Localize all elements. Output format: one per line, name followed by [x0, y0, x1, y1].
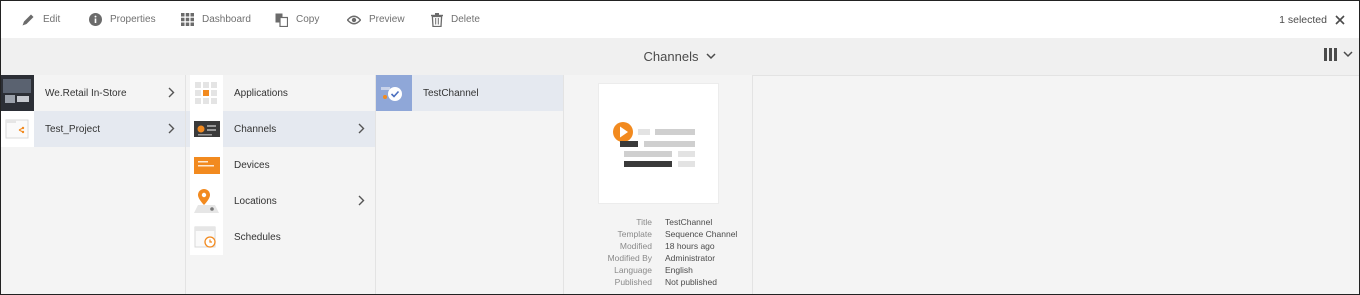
app-window: Edit Properties Dashboard Copy Preview D…	[0, 0, 1360, 295]
channels-thumbnail	[190, 111, 223, 147]
project-items-column: Applications Channels Devices Locations	[186, 75, 376, 294]
metadata-row: Template Sequence Channel	[564, 228, 752, 240]
metadata-row: Title TestChannel	[564, 216, 752, 228]
selection-status: 1 selected	[1279, 1, 1345, 38]
metadata-key: Published	[614, 277, 652, 287]
action-toolbar: Edit Properties Dashboard Copy Preview D…	[1, 1, 1359, 39]
list-item-devices[interactable]: Devices	[186, 147, 375, 183]
list-item-label: Devices	[234, 159, 270, 171]
list-item-we-retail[interactable]: We.Retail In-Store	[1, 75, 185, 111]
projects-column: We.Retail In-Store Test_Project	[1, 75, 186, 294]
applications-thumbnail	[190, 75, 223, 111]
list-item-schedules[interactable]: Schedules	[186, 219, 375, 255]
we-retail-thumbnail	[1, 75, 34, 111]
dashboard-button[interactable]: Dashboard	[181, 1, 251, 38]
metadata-row: Language English	[564, 264, 752, 276]
list-item-test-project[interactable]: Test_Project	[1, 111, 185, 147]
delete-label: Delete	[451, 14, 480, 25]
list-item-label: TestChannel	[423, 87, 479, 99]
dashboard-label: Dashboard	[202, 14, 251, 25]
list-item-label: Channels	[234, 123, 277, 135]
view-switcher[interactable]	[1324, 48, 1353, 61]
copy-icon	[275, 13, 288, 27]
test-project-thumbnail	[1, 111, 34, 147]
metadata-key: Language	[614, 265, 652, 275]
metadata-key: Modified By	[607, 253, 652, 263]
metadata-row: Modified By Administrator	[564, 252, 752, 264]
chevron-right-icon	[168, 123, 175, 134]
metadata-list: Title TestChannel Template Sequence Chan…	[564, 216, 752, 288]
sequence-channel-icon	[613, 122, 695, 167]
metadata-value: Sequence Channel	[665, 229, 738, 239]
list-item-label: We.Retail In-Store	[45, 87, 127, 99]
selection-count: 1 selected	[1279, 13, 1327, 26]
pencil-icon	[22, 14, 34, 25]
eye-icon	[347, 15, 361, 24]
chevron-down-icon	[706, 53, 716, 60]
locations-thumbnail	[190, 183, 223, 219]
metadata-value: TestChannel	[665, 217, 713, 227]
metadata-key: Template	[617, 229, 653, 239]
schedules-thumbnail	[190, 219, 223, 255]
title-bar: Channels	[1, 38, 1359, 76]
list-item-label: Locations	[234, 195, 277, 207]
metadata-value: English	[665, 265, 693, 275]
list-item-applications[interactable]: Applications	[186, 75, 375, 111]
metadata-value: Administrator	[665, 253, 716, 263]
properties-label: Properties	[110, 14, 156, 25]
preview-button[interactable]: Preview	[347, 1, 405, 38]
list-item-testchannel[interactable]: TestChannel	[376, 75, 563, 111]
channel-preview-card	[599, 84, 718, 203]
list-item-locations[interactable]: Locations	[186, 183, 375, 219]
grid-icon	[181, 13, 194, 26]
metadata-row: Published Not published	[564, 276, 752, 288]
copy-label: Copy	[296, 14, 320, 25]
list-item-label: Applications	[234, 87, 288, 99]
preview-label: Preview	[369, 14, 405, 25]
preview-column: Title TestChannel Template Sequence Chan…	[564, 75, 753, 294]
list-item-label: Test_Project	[45, 123, 101, 135]
metadata-value: Not published	[665, 277, 717, 287]
metadata-key: Title	[636, 217, 652, 227]
edit-button[interactable]: Edit	[21, 1, 60, 38]
page-title[interactable]: Channels	[1, 38, 1359, 75]
properties-button[interactable]: Properties	[89, 1, 156, 38]
edit-label: Edit	[43, 14, 61, 25]
page-title-text: Channels	[643, 49, 699, 64]
chevron-right-icon	[358, 195, 365, 206]
list-item-channels[interactable]: Channels	[186, 111, 375, 147]
metadata-key: Modified	[619, 241, 652, 251]
devices-thumbnail	[190, 147, 223, 183]
trash-icon	[431, 12, 443, 27]
metadata-value: 18 hours ago	[665, 241, 715, 251]
column-view-icon	[1324, 48, 1337, 61]
testchannel-thumbnail	[376, 75, 412, 111]
list-item-label: Schedules	[234, 231, 281, 243]
chevron-down-icon	[1343, 51, 1353, 58]
copy-button[interactable]: Copy	[275, 1, 319, 38]
channels-column: TestChannel	[376, 75, 564, 294]
delete-button[interactable]: Delete	[431, 1, 480, 38]
info-icon	[89, 13, 102, 26]
metadata-row: Modified 18 hours ago	[564, 240, 752, 252]
chevron-right-icon	[168, 87, 175, 98]
close-icon[interactable]	[1335, 14, 1345, 25]
chevron-right-icon	[358, 123, 365, 134]
